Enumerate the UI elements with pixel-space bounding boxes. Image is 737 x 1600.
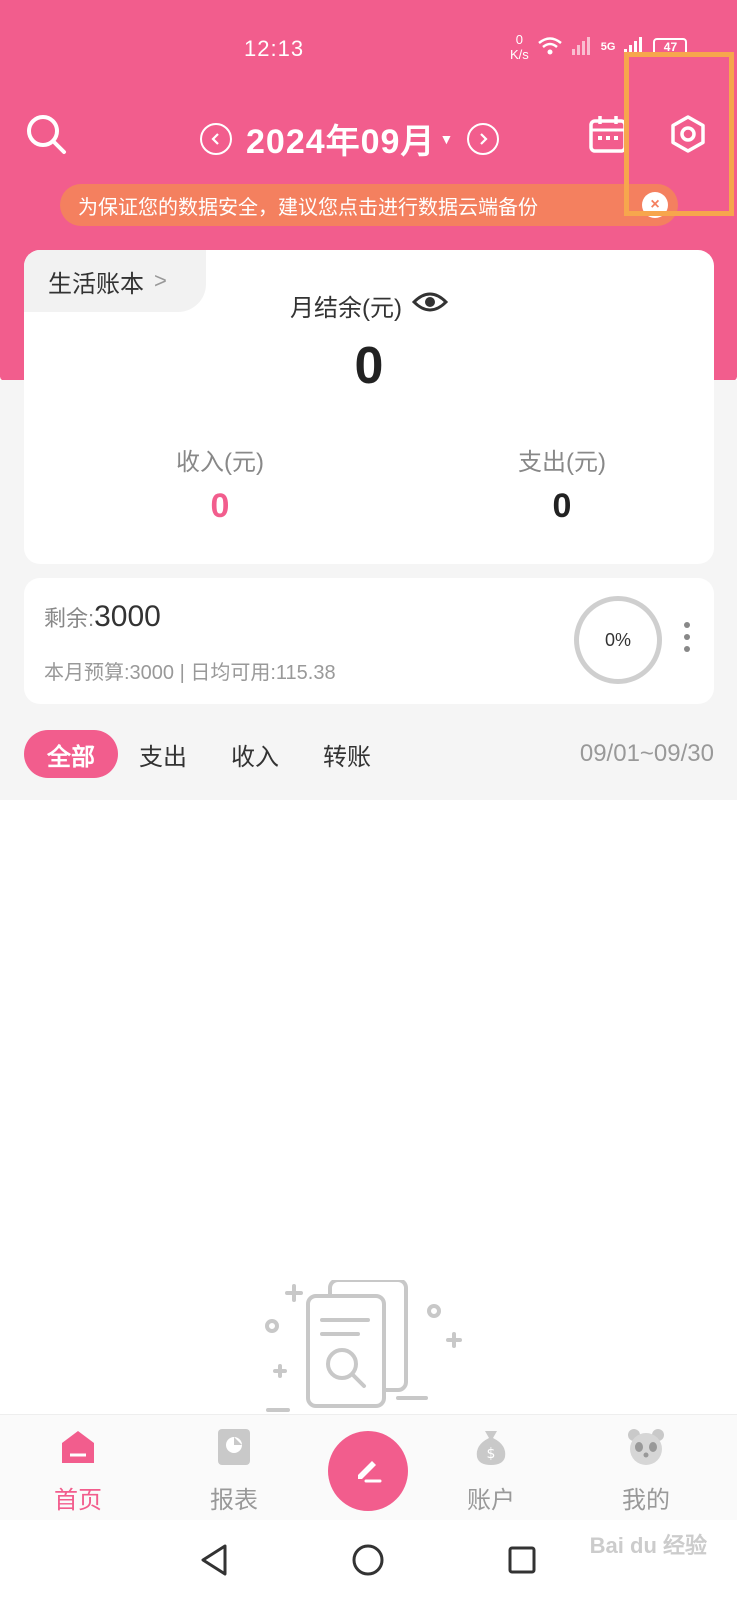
eye-icon[interactable]: [411, 290, 449, 321]
balance-label: 月结余(元): [290, 295, 402, 322]
home-icon: [58, 1427, 98, 1474]
notice-text: 为保证您的数据安全，建议您点击进行数据云端备份: [78, 196, 538, 219]
prev-month-icon[interactable]: [200, 122, 232, 155]
net-speed-value: 0: [515, 32, 524, 47]
next-month-icon[interactable]: [467, 122, 500, 155]
budget-progress-text: 0%: [604, 629, 631, 650]
budget-progress-ring: 0%: [574, 596, 662, 684]
bottom-nav: 首页 报表 $ 账户 我的: [0, 1414, 737, 1520]
filter-tab-income[interactable]: 收入: [220, 730, 290, 778]
nav-home-label: 首页: [54, 1487, 102, 1514]
svg-text:$: $: [487, 1446, 496, 1462]
back-icon[interactable]: [196, 1542, 232, 1578]
budget-remain: 剩余:3000: [44, 600, 161, 634]
income-stat: 收入(元) 0: [120, 442, 320, 526]
money-bag-icon: $: [471, 1427, 511, 1474]
date-range[interactable]: 09/01~09/30: [580, 730, 714, 778]
search-icon[interactable]: [24, 112, 68, 156]
filter-tab-transfer[interactable]: 转账: [312, 730, 382, 778]
network-type: 5G: [600, 41, 616, 53]
watermark: Bai du 经验: [589, 1533, 707, 1558]
month-dropdown-icon[interactable]: ▼: [439, 131, 453, 147]
nav-reports[interactable]: 报表: [184, 1427, 284, 1515]
filter-tab-all[interactable]: 全部: [24, 730, 118, 778]
nav-home[interactable]: 首页: [28, 1427, 128, 1515]
add-record-button[interactable]: [328, 1431, 408, 1511]
balance-label-row: 月结余(元): [24, 288, 714, 323]
nav-me-label: 我的: [622, 1487, 670, 1514]
pencil-icon: [350, 1451, 386, 1492]
home-button-icon[interactable]: [350, 1542, 386, 1578]
recents-icon[interactable]: [504, 1542, 540, 1578]
backup-notice[interactable]: 为保证您的数据安全，建议您点击进行数据云端备份 ×: [60, 184, 678, 226]
balance-value: 0: [354, 337, 384, 395]
expense-label: 支出(元): [518, 449, 606, 476]
budget-remain-label: 剩余:: [44, 606, 95, 631]
month-selector: 2024年09月 ▼: [200, 114, 500, 163]
more-options-icon[interactable]: [684, 622, 690, 652]
empty-state-icon: [258, 1278, 478, 1420]
income-label: 收入(元): [176, 449, 264, 476]
filter-row: 全部 支出 收入 转账 09/01~09/30: [24, 730, 714, 778]
income-value: 0: [210, 487, 230, 525]
nav-reports-label: 报表: [210, 1487, 258, 1514]
wifi-icon: [537, 36, 563, 59]
expense-stat: 支出(元) 0: [462, 442, 662, 526]
budget-detail: 本月预算:3000 | 日均可用:115.38: [44, 662, 336, 684]
nav-accounts-label: 账户: [467, 1487, 515, 1514]
budget-card[interactable]: 剩余:3000 本月预算:3000 | 日均可用:115.38 0%: [24, 578, 714, 704]
filter-tab-expense[interactable]: 支出: [128, 730, 198, 778]
net-speed-unit: K/s: [510, 47, 529, 62]
summary-card: 生活账本 > 月结余(元) 0 收入(元) 0 支出(元) 0: [24, 250, 714, 564]
status-time: 12:13: [244, 36, 305, 61]
highlight-annotation: [624, 52, 734, 216]
nav-me[interactable]: 我的: [596, 1427, 696, 1515]
report-icon: [214, 1427, 254, 1474]
expense-value: 0: [552, 487, 572, 525]
month-title[interactable]: 2024年09月: [246, 114, 435, 163]
budget-remain-value: 3000: [94, 600, 161, 633]
signal-icon: [571, 36, 593, 58]
net-speed: 0 K/s: [510, 32, 529, 62]
panda-icon: [626, 1427, 666, 1474]
nav-accounts[interactable]: $ 账户: [441, 1427, 541, 1515]
